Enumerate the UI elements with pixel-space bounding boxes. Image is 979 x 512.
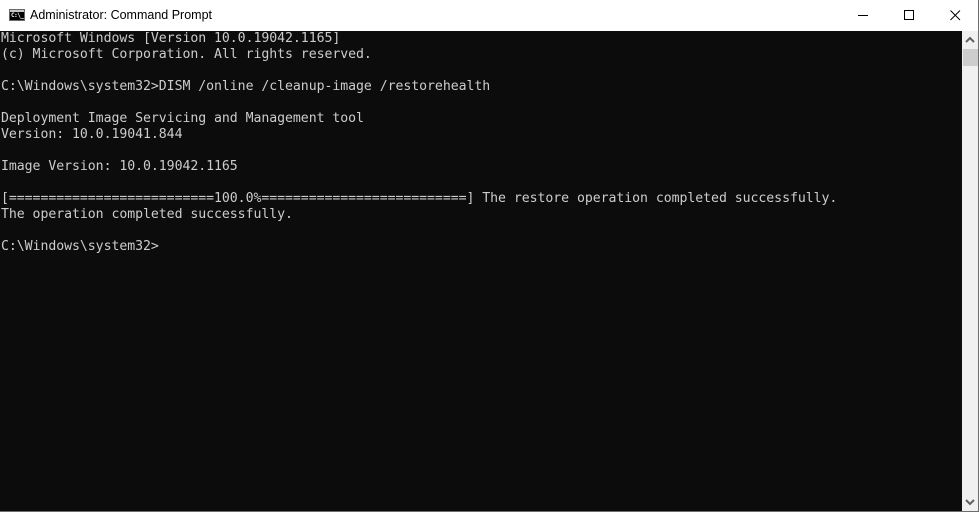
cmd-icon[interactable]: C:\_ xyxy=(9,9,25,21)
console-line: [==========================100.0%=======… xyxy=(1,191,838,206)
cmd-icon-glyph: C:\_ xyxy=(11,12,24,19)
command-prompt-window: C:\_ Administrator: Command Prompt Micro… xyxy=(0,0,979,512)
console-line: C:\Windows\system32>DISM /online /cleanu… xyxy=(1,79,491,94)
close-button[interactable] xyxy=(932,0,978,31)
chevron-up-icon xyxy=(965,36,975,43)
minimize-icon xyxy=(858,15,868,16)
vertical-scrollbar[interactable] xyxy=(962,31,978,511)
console-line: (c) Microsoft Corporation. All rights re… xyxy=(1,47,372,62)
scroll-down-button[interactable] xyxy=(962,494,978,511)
chevron-down-icon xyxy=(965,499,975,506)
title-bar[interactable]: C:\_ Administrator: Command Prompt xyxy=(0,0,978,31)
scroll-up-button[interactable] xyxy=(962,31,978,48)
minimize-button[interactable] xyxy=(840,0,886,31)
console-line: Deployment Image Servicing and Managemen… xyxy=(1,111,364,126)
console-line: Image Version: 10.0.19042.1165 xyxy=(1,159,238,174)
console-line: C:\Windows\system32> xyxy=(1,239,159,254)
maximize-icon xyxy=(904,10,914,20)
window-title: Administrator: Command Prompt xyxy=(30,8,213,22)
console-line: Microsoft Windows [Version 10.0.19042.11… xyxy=(1,31,341,46)
console-line: The operation completed successfully. xyxy=(1,207,293,222)
maximize-button[interactable] xyxy=(886,0,932,31)
console-output[interactable]: Microsoft Windows [Version 10.0.19042.11… xyxy=(0,31,962,511)
console-line: Version: 10.0.19041.844 xyxy=(1,127,183,142)
scroll-thumb[interactable] xyxy=(963,49,978,66)
close-icon xyxy=(950,10,961,21)
